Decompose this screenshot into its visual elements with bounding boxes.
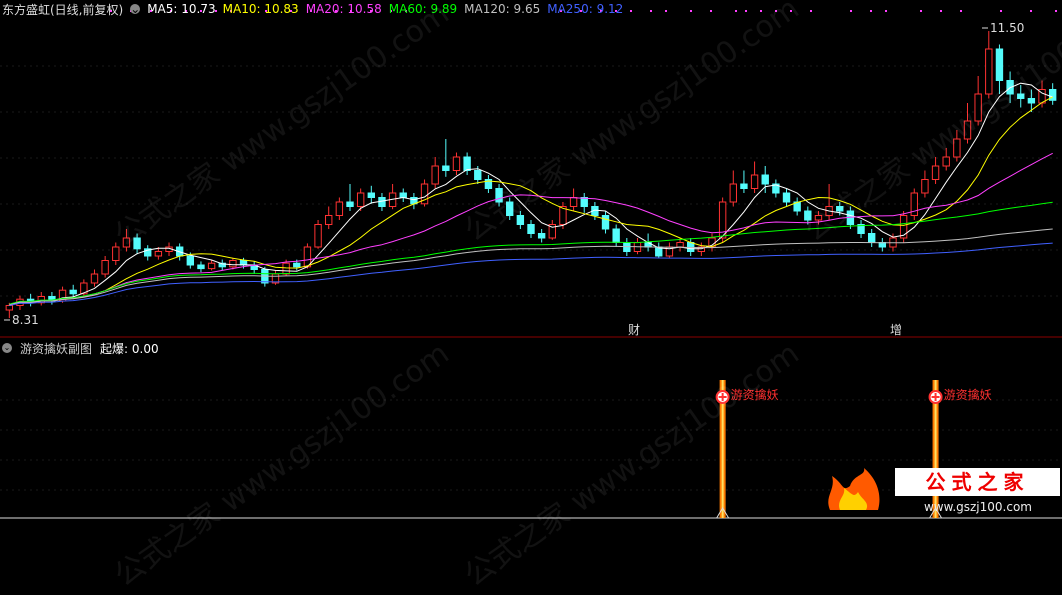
indicator-item: 起爆: 0.00 (100, 340, 159, 357)
candle-body (601, 215, 610, 230)
signal-dot (665, 10, 667, 12)
signal-dot (940, 10, 942, 12)
candle-body (367, 192, 375, 198)
ma5-label: MA5: (147, 2, 178, 16)
candle-body (463, 156, 471, 171)
candle-body (154, 251, 163, 257)
ma10-value: 10.83 (264, 2, 299, 16)
ma10-label: MA10: (222, 2, 261, 16)
candle-body (431, 165, 439, 185)
candle-body (399, 192, 407, 198)
ma250-value: 9.12 (596, 2, 624, 16)
ma20-label: MA20: (305, 2, 344, 16)
candle-body (356, 192, 365, 207)
event-label-cai: 财 (628, 323, 640, 337)
ma120-value: 9.65 (513, 2, 541, 16)
chart-header: 东方盛虹(日线,前复权) ⌄ MA5: 10.73 MA10: 10.83 MA… (2, 1, 623, 17)
candle-body (899, 215, 908, 239)
signal-dot (870, 10, 872, 12)
ma20-value: 10.58 (347, 2, 382, 16)
fire-logo-icon (828, 468, 880, 510)
candle-body (1048, 89, 1057, 101)
ma120-item: MA120: 9.65 (464, 2, 540, 16)
candle-body (569, 197, 578, 207)
event-label-zeng: 增 (890, 323, 902, 337)
candle-body (740, 183, 748, 189)
candle-body (325, 215, 333, 225)
candle-body (207, 262, 216, 270)
stock-title: 东方盛虹(日线,前复权) (2, 2, 124, 17)
indicator-label: 起爆: (100, 341, 129, 356)
signal-dot (735, 10, 737, 12)
ma20-item: MA20: 10.58 (306, 2, 382, 16)
signal-dot (810, 10, 812, 12)
signal-dot (1030, 10, 1032, 12)
candle-body (729, 183, 737, 203)
candle-body (5, 305, 14, 311)
ma250-label: MA250: (547, 2, 593, 16)
candle-body (452, 156, 461, 171)
signal-dot (850, 10, 852, 12)
signal-dot (630, 10, 632, 12)
ma5-value: 10.73 (181, 2, 216, 16)
candle-body (378, 197, 386, 207)
candle-body (293, 262, 301, 268)
chevron-down-icon[interactable]: ⌄ (130, 3, 140, 15)
signal-dot (920, 10, 922, 12)
ma120-label: MA120: (464, 2, 510, 16)
sub-panel-header: ⌄ 游资擒妖副图 起爆: 0.00 (2, 340, 159, 356)
signal-dot (960, 10, 962, 12)
candle-body (101, 260, 109, 275)
candle-body (229, 260, 237, 268)
ma250-item: MA250: 9.12 (547, 2, 623, 16)
candle-body (537, 233, 546, 239)
signal-dot (885, 10, 887, 12)
signal-dot (1055, 10, 1057, 12)
candle-body (69, 289, 77, 295)
candle-body (112, 246, 120, 261)
candle-body (612, 228, 620, 243)
candle-body (527, 224, 535, 234)
logo-url: www.gszj100.com (923, 500, 1032, 514)
candle-body (197, 264, 205, 270)
candle-body (761, 174, 769, 185)
signal-dot (1000, 10, 1002, 12)
high-price-label: 11.50 (990, 21, 1024, 35)
low-price-label: 8.31 (12, 313, 39, 327)
chevron-down-icon[interactable]: ⌄ (2, 343, 12, 353)
candle-body (90, 273, 99, 284)
candle-body (282, 262, 290, 275)
ma10-item: MA10: 10.83 (223, 2, 299, 16)
candle-body (474, 170, 482, 180)
candle-body (442, 165, 450, 171)
candle-body (921, 179, 929, 194)
chart-canvas[interactable]: 游资擒妖 游资擒妖 11.50 8.31 财 增 (0, 0, 1062, 525)
indicator-value: 0.00 (131, 341, 159, 356)
signal-label: 游资擒妖 (944, 387, 992, 402)
signal-dot (650, 10, 652, 12)
candle-body (186, 255, 195, 266)
candle-body (867, 233, 876, 243)
signal-dot (690, 10, 692, 12)
chart-background (0, 0, 1062, 525)
logo-text: 公式之家 (895, 468, 1060, 496)
candle-body (314, 224, 322, 248)
ma5-item: MA5: 10.73 (147, 2, 215, 16)
candle-body (782, 192, 791, 203)
candle-body (346, 201, 354, 207)
candle-body (335, 201, 344, 216)
candle-body (676, 242, 684, 248)
site-logo: 公式之家 www.gszj100.com (820, 464, 1062, 520)
candle-body (750, 174, 759, 189)
signal-dot (710, 10, 712, 12)
sub-panel-title: 游资擒妖副图 (20, 341, 93, 356)
